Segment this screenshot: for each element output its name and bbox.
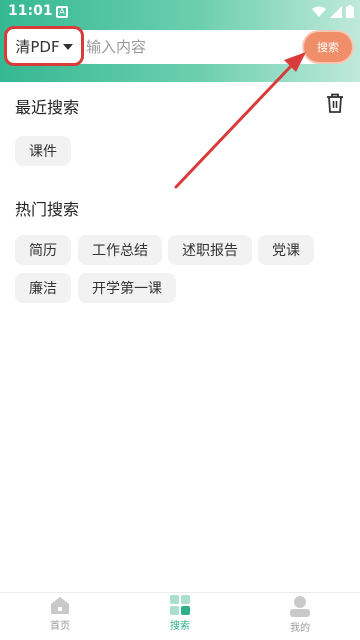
hot-search-chip[interactable]: 工作总结: [78, 235, 162, 265]
nav-search-label: 搜索: [170, 621, 190, 632]
category-label: 清PDF: [15, 37, 60, 56]
wifi-icon: [312, 6, 326, 17]
hot-search-chip[interactable]: 开学第一课: [78, 273, 176, 303]
nav-home-label: 首页: [50, 621, 70, 632]
profile-icon: [290, 596, 310, 617]
hot-search-chip[interactable]: 简历: [15, 235, 71, 265]
nav-profile[interactable]: 我的: [240, 595, 360, 640]
battery-icon: [346, 5, 354, 18]
search-bar: 清PDF 搜索: [4, 26, 354, 66]
recent-search-title: 最近搜索: [15, 98, 80, 117]
hot-search-chip[interactable]: 述职报告: [168, 235, 252, 265]
status-bar: 11:01 A: [0, 0, 360, 24]
notification-icon: A: [56, 6, 68, 18]
search-grid-icon: [170, 595, 190, 615]
status-time: 11:01: [8, 3, 53, 19]
system-icons: [312, 5, 354, 18]
nav-home[interactable]: 首页: [0, 595, 120, 640]
search-button[interactable]: 搜索: [304, 32, 352, 62]
hot-search-chip[interactable]: 党课: [258, 235, 314, 265]
signal-icon: [330, 5, 342, 18]
trash-icon[interactable]: [324, 92, 346, 114]
search-input[interactable]: [86, 34, 296, 60]
bottom-navigation: 首页 搜索 我的: [0, 592, 360, 640]
nav-search[interactable]: 搜索: [120, 595, 240, 640]
hot-search-title: 热门搜索: [15, 200, 80, 219]
home-icon: [51, 597, 69, 614]
category-dropdown[interactable]: 清PDF: [4, 26, 84, 66]
recent-search-chip[interactable]: 课件: [15, 136, 71, 166]
hot-search-chip[interactable]: 廉洁: [15, 273, 71, 303]
caret-down-icon: [62, 44, 73, 50]
nav-profile-label: 我的: [290, 623, 310, 634]
